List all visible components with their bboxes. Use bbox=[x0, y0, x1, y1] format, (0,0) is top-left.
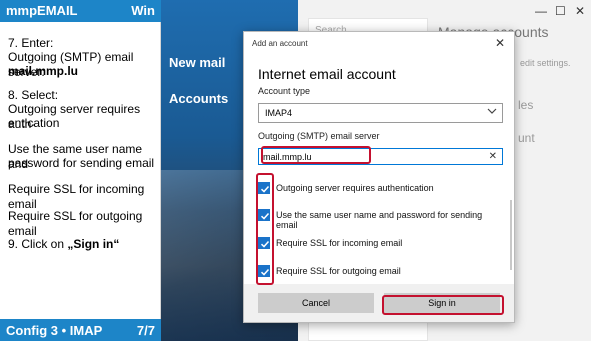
dialog-title: Add an account bbox=[252, 39, 308, 48]
close-window-icon[interactable]: ✕ bbox=[575, 4, 585, 18]
checkbox-same-credentials[interactable]: Use the same user name and password for … bbox=[258, 209, 498, 230]
guide-footer: Config 3 • IMAP 7/7 bbox=[0, 319, 161, 341]
account-type-select[interactable]: IMAP4 bbox=[258, 103, 503, 123]
checkbox-same-credentials-label: Use the same user name and password for … bbox=[276, 210, 483, 230]
step-8-text-e: Require SSL for incoming email bbox=[8, 182, 145, 211]
account-type-value: IMAP4 bbox=[265, 108, 293, 118]
step-8-heading: 8. Select: bbox=[8, 88, 59, 102]
cancel-button[interactable]: Cancel bbox=[258, 293, 374, 313]
add-account-dialog: Add an account ✕ Internet email account … bbox=[243, 31, 515, 323]
checkbox-auth-label: Outgoing server requires authentication bbox=[276, 183, 434, 193]
step-8-text-b: entication bbox=[8, 116, 60, 130]
step-9-text: 9. Click on bbox=[8, 237, 68, 251]
step-7-heading: 7. Enter: bbox=[8, 36, 54, 50]
checkbox-ssl-outgoing-label: Require SSL for outgoing email bbox=[276, 266, 401, 276]
checkbox-ssl-incoming-label: Require SSL for incoming email bbox=[276, 238, 403, 248]
highlight-checkboxes bbox=[256, 173, 274, 285]
dialog-scrollbar[interactable] bbox=[510, 200, 512, 270]
maximize-icon[interactable]: ☐ bbox=[555, 4, 566, 18]
guide-footer-right: 7/7 bbox=[136, 323, 155, 338]
edit-settings-text: edit settings. bbox=[520, 58, 571, 68]
checkbox-auth[interactable]: Outgoing server requires authentication bbox=[258, 182, 498, 196]
step-8-text-f: Require SSL for outgoing email bbox=[8, 209, 143, 238]
ghost-text-1: les bbox=[518, 98, 534, 112]
nav-accounts[interactable]: Accounts bbox=[169, 91, 228, 106]
smtp-label: Outgoing (SMTP) email server bbox=[258, 131, 380, 141]
nav-new-mail[interactable]: New mail bbox=[169, 55, 225, 70]
guide-title: mmpEMAIL bbox=[6, 3, 78, 18]
ghost-text-2: unt bbox=[518, 131, 535, 145]
step-9-signin: „Sign in“ bbox=[67, 237, 120, 251]
chevron-down-icon bbox=[487, 108, 497, 114]
account-type-label: Account type bbox=[258, 86, 311, 96]
clear-field-icon[interactable]: ✕ bbox=[489, 151, 497, 162]
dialog-close-icon[interactable]: ✕ bbox=[495, 36, 505, 50]
checkbox-ssl-incoming[interactable]: Require SSL for incoming email bbox=[258, 237, 498, 251]
step-9: 9. Click on „Sign in“ bbox=[8, 237, 158, 252]
step-7-server: mail.mmp.lu bbox=[8, 64, 79, 78]
highlight-sign-in-button bbox=[382, 295, 504, 315]
guide-header-right: Win bbox=[131, 3, 155, 18]
step-8-text-d: password for sending email bbox=[8, 156, 155, 170]
instruction-panel: mmpEMAIL Win 7. Enter: Outgoing (SMTP) e… bbox=[0, 0, 161, 341]
checkbox-ssl-outgoing[interactable]: Require SSL for outgoing email bbox=[258, 265, 498, 279]
highlight-smtp-field bbox=[261, 146, 371, 164]
guide-header: mmpEMAIL Win bbox=[0, 0, 161, 22]
guide-footer-left: Config 3 • IMAP bbox=[6, 323, 103, 338]
minimize-icon[interactable]: — bbox=[535, 4, 547, 18]
dialog-heading: Internet email account bbox=[258, 66, 396, 82]
